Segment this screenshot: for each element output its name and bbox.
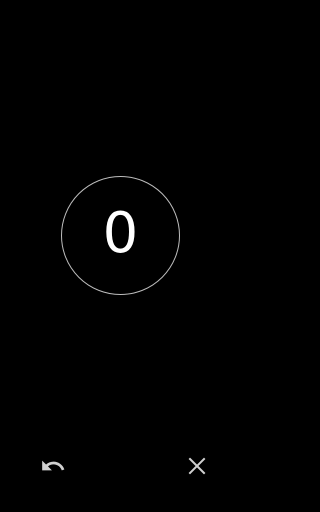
undo-button[interactable] [39, 452, 67, 480]
counter-screen: 0 [0, 0, 243, 512]
undo-icon [40, 453, 66, 479]
counter-tap-button[interactable]: 0 [61, 176, 180, 295]
counter-value: 0 [102, 200, 139, 266]
close-button[interactable] [183, 452, 211, 480]
close-icon [187, 456, 207, 476]
